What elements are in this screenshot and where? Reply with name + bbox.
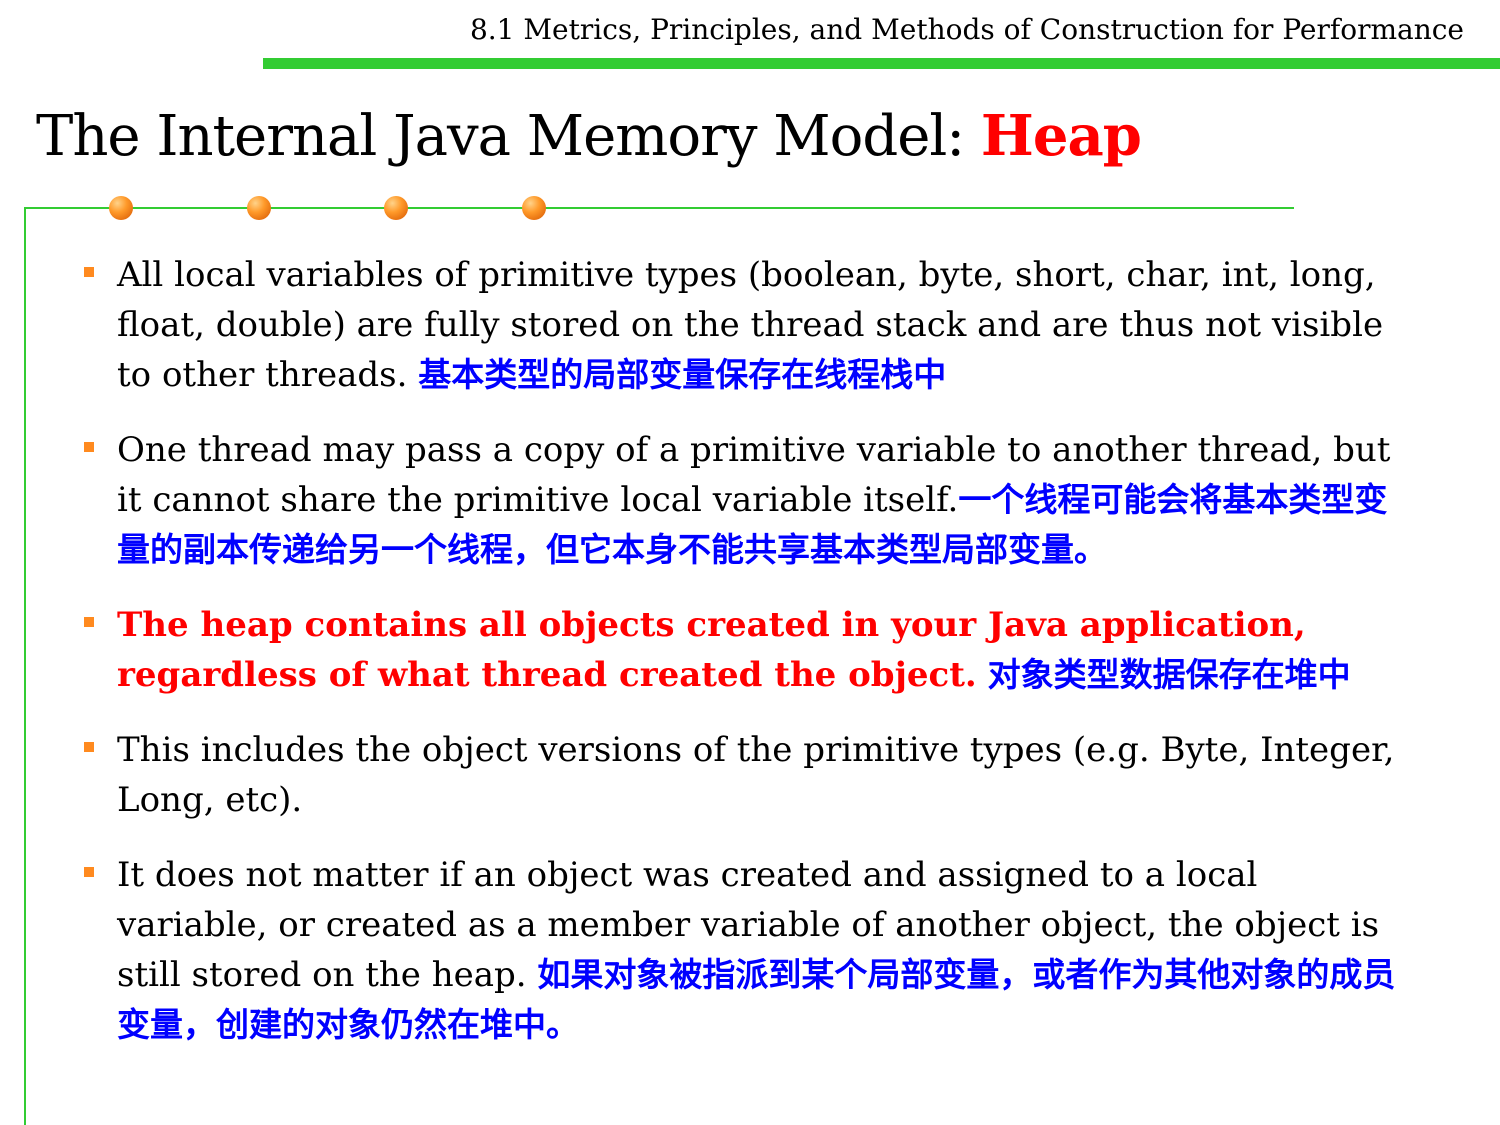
slide-title: The Internal Java Memory Model: Heap xyxy=(36,96,1142,177)
section-header: 8.1 Metrics, Principles, and Methods of … xyxy=(469,13,1464,46)
square-bullet-icon xyxy=(84,442,94,452)
square-bullet-icon xyxy=(84,742,94,752)
header-rule xyxy=(263,58,1500,69)
orange-dot-icon xyxy=(522,196,546,220)
orange-dot-icon xyxy=(384,196,408,220)
bullet-chinese-note: 对象类型数据保存在堆中 xyxy=(987,655,1351,694)
square-bullet-icon xyxy=(84,867,94,877)
bullet-item: All local variables of primitive types (… xyxy=(82,250,1402,400)
frame-left-rule xyxy=(24,207,26,1125)
frame-top-rule xyxy=(24,207,1294,209)
bullet-item: The heap contains all objects created in… xyxy=(82,600,1402,700)
square-bullet-icon xyxy=(84,267,94,277)
bullet-item: It does not matter if an object was crea… xyxy=(82,850,1402,1050)
title-highlight: Heap xyxy=(980,103,1142,169)
title-prefix: The Internal Java Memory Model: xyxy=(36,104,981,169)
bullet-list: All local variables of primitive types (… xyxy=(82,250,1402,1075)
bullet-item: One thread may pass a copy of a primitiv… xyxy=(82,425,1402,575)
bullet-item: This includes the object versions of the… xyxy=(82,725,1402,825)
orange-dot-icon xyxy=(247,196,271,220)
orange-dot-icon xyxy=(109,196,133,220)
bullet-text: This includes the object versions of the… xyxy=(117,730,1395,820)
bullet-chinese-note: 基本类型的局部变量保存在线程栈中 xyxy=(418,355,947,394)
square-bullet-icon xyxy=(84,617,94,627)
